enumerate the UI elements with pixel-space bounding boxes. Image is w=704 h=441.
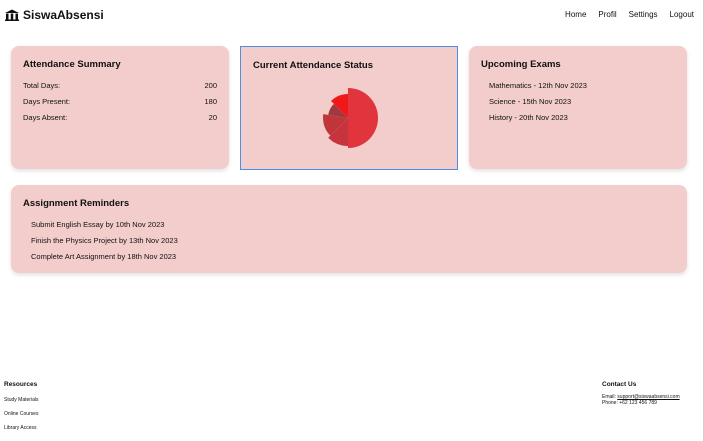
nav-link-settings[interactable]: Settings bbox=[629, 10, 658, 20]
stat-row-days-present: Days Present: 180 bbox=[23, 97, 217, 106]
attendance-pie-chart bbox=[323, 88, 378, 148]
nav-link-profil[interactable]: Profil bbox=[598, 10, 616, 20]
stat-value: 20 bbox=[208, 113, 217, 122]
stat-label: Days Present: bbox=[23, 97, 71, 106]
stat-row-days-absent: Days Absent: 20 bbox=[23, 113, 217, 122]
exam-item: Science - 15th Nov 2023 bbox=[489, 97, 572, 106]
nav-link-home[interactable]: Home bbox=[565, 10, 586, 20]
brand-name: SiswaAbsensi bbox=[23, 8, 104, 22]
stat-value: 180 bbox=[204, 97, 217, 106]
footer-link-online-courses[interactable]: Online Courses bbox=[4, 411, 38, 417]
footer-link-study-materials[interactable]: Study Materials bbox=[4, 397, 38, 403]
attendance-status-title: Current Attendance Status bbox=[253, 60, 373, 71]
exam-item: Mathematics - 12th Nov 2023 bbox=[489, 81, 587, 90]
assignment-reminders-title: Assignment Reminders bbox=[23, 198, 130, 209]
attendance-status-card[interactable]: Current Attendance Status bbox=[240, 46, 458, 170]
attendance-summary-card: Attendance Summary Total Days: 200 Days … bbox=[11, 46, 229, 169]
stat-label: Days Absent: bbox=[23, 113, 68, 122]
brand[interactable]: SiswaAbsensi bbox=[4, 8, 104, 22]
nav-link-logout[interactable]: Logout bbox=[670, 10, 694, 20]
navbar: SiswaAbsensi Home Profil Settings Logout bbox=[0, 0, 704, 30]
stat-row-total-days: Total Days: 200 bbox=[23, 81, 217, 90]
footer-phone: Phone: +62 123 456 789 bbox=[602, 400, 657, 406]
pie-slice-0 bbox=[348, 88, 378, 148]
nav-links: Home Profil Settings Logout bbox=[553, 10, 694, 20]
exam-item: History - 20th Nov 2023 bbox=[489, 113, 568, 122]
building-columns-icon bbox=[5, 9, 19, 21]
upcoming-exams-card: Upcoming Exams Mathematics - 12th Nov 20… bbox=[469, 46, 687, 169]
assignment-reminders-card: Assignment Reminders Submit English Essa… bbox=[11, 185, 687, 273]
upcoming-exams-title: Upcoming Exams bbox=[481, 59, 561, 70]
footer-contact-title: Contact Us bbox=[602, 381, 637, 388]
stat-label: Total Days: bbox=[23, 81, 61, 90]
footer-contact: Contact Us Email: support@siswaabsensi.c… bbox=[602, 381, 700, 421]
stat-value: 200 bbox=[204, 81, 217, 90]
assignment-item: Finish the Physics Project by 13th Nov 2… bbox=[31, 236, 178, 245]
footer-link-library-access[interactable]: Library Access bbox=[4, 425, 37, 431]
assignment-item: Submit English Essay by 10th Nov 2023 bbox=[31, 220, 165, 229]
footer-resources: Resources Study Materials Online Courses… bbox=[4, 381, 124, 437]
attendance-summary-title: Attendance Summary bbox=[23, 59, 121, 70]
footer-resources-title: Resources bbox=[4, 381, 38, 388]
assignment-item: Complete Art Assignment by 18th Nov 2023 bbox=[31, 252, 177, 261]
